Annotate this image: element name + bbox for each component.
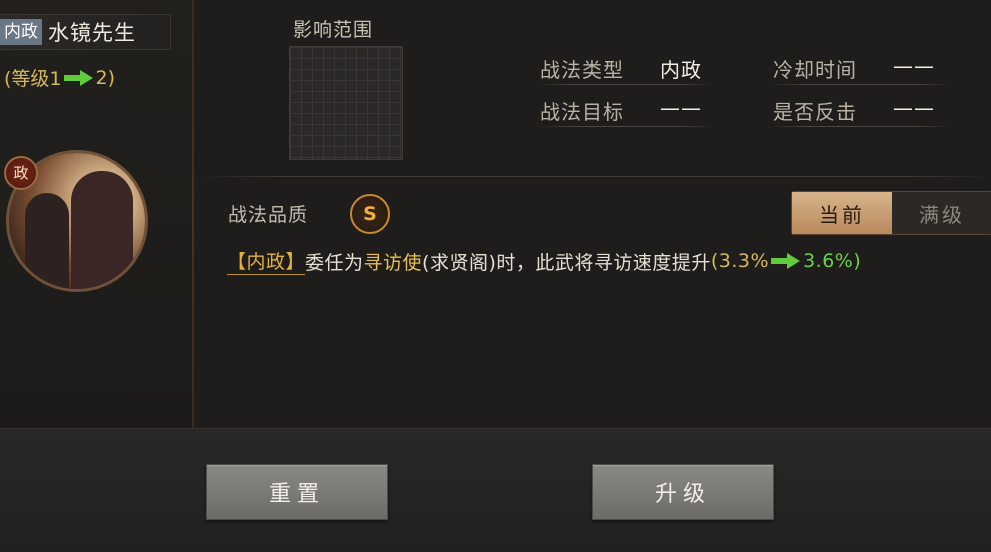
upgrade-button[interactable]: 升级 bbox=[592, 464, 774, 520]
attr-underline bbox=[771, 84, 951, 85]
attr-underline bbox=[771, 126, 951, 127]
description-emphasis: 寻访使 bbox=[363, 251, 423, 274]
description-text-1: 委任为 bbox=[305, 251, 364, 274]
effect-change: (3.3% 3.6%) bbox=[711, 250, 861, 272]
level-view-toggle: 当前 满级 bbox=[791, 191, 991, 235]
skill-description: 【内政】 委任为 寻访使 (求贤阁)时，此武将寻访速度提升 (3.3% 3.6%… bbox=[227, 247, 861, 275]
bottom-action-bar bbox=[0, 428, 991, 552]
attr-key-cooldown: 冷却时间 bbox=[773, 58, 857, 82]
attr-value-skill-type: 内政 bbox=[660, 58, 702, 82]
attr-value-counterattack: —— bbox=[893, 96, 935, 120]
description-text-2: (求贤阁)时，此武将寻访速度提升 bbox=[422, 251, 711, 274]
tab-max-level[interactable]: 满级 bbox=[892, 192, 991, 234]
hero-type-tag: 内政 bbox=[0, 19, 42, 45]
skill-quality-label: 战法品质 bbox=[228, 204, 309, 226]
attr-value-cooldown: —— bbox=[893, 54, 935, 78]
attr-key-target: 战法目标 bbox=[540, 100, 624, 124]
level-from: (等级1 bbox=[4, 68, 62, 90]
attr-key-counterattack: 是否反击 bbox=[773, 100, 857, 124]
level-to: 2) bbox=[95, 66, 116, 89]
hero-name: 水镜先生 bbox=[48, 21, 136, 45]
description-tag: 【内政】 bbox=[227, 247, 306, 275]
reset-button[interactable]: 重置 bbox=[206, 464, 388, 520]
section-divider bbox=[200, 176, 991, 177]
politics-badge-icon: 政 bbox=[4, 156, 38, 190]
effect-new-value: 3.6%) bbox=[803, 250, 862, 272]
attr-key-skill-type: 战法类型 bbox=[540, 58, 624, 82]
arrow-right-icon bbox=[771, 253, 801, 269]
portrait-figure-left bbox=[25, 193, 69, 289]
hero-name-plate: 内政 水镜先生 bbox=[0, 14, 171, 50]
level-change: (等级1 2) bbox=[4, 64, 115, 91]
effect-current-value: (3.3% bbox=[710, 250, 770, 272]
arrow-right-icon bbox=[63, 69, 94, 86]
panel-divider bbox=[192, 0, 194, 428]
attr-underline bbox=[538, 84, 714, 85]
tab-current[interactable]: 当前 bbox=[792, 192, 892, 234]
influence-range-grid bbox=[289, 46, 403, 160]
influence-range-title: 影响范围 bbox=[293, 19, 374, 41]
portrait-figure-right bbox=[71, 171, 133, 289]
attr-underline bbox=[538, 126, 714, 127]
quality-grade-badge: S bbox=[350, 194, 390, 234]
attr-value-target: —— bbox=[660, 96, 702, 120]
